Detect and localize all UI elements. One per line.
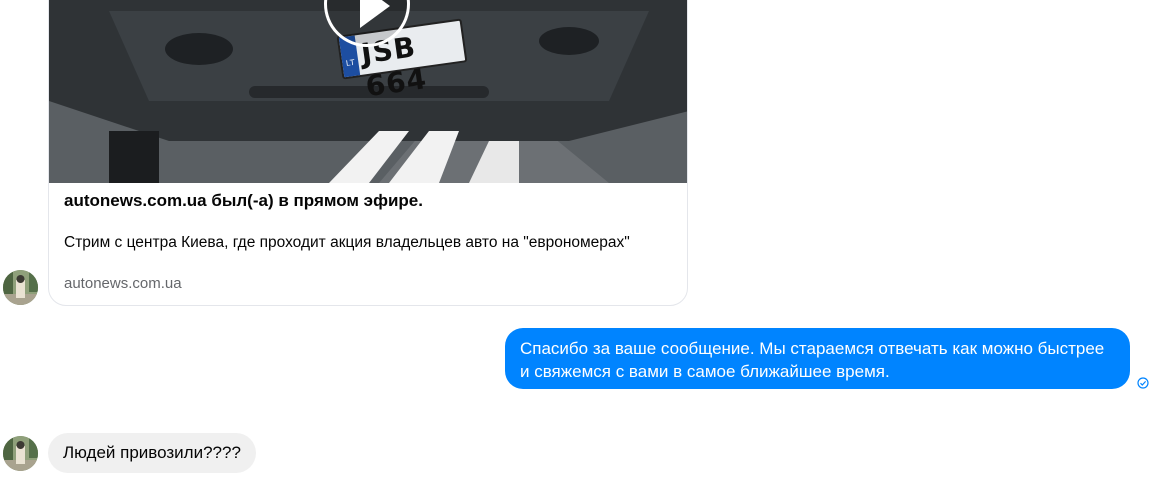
card-title[interactable]: autonews.com.ua был(-а) в прямом эфире. [64,191,423,211]
link-preview-card[interactable]: LT JSB 664 autonews.com.ua был(-а) в пря… [48,0,688,306]
avatar[interactable] [3,270,38,305]
video-thumbnail[interactable]: LT JSB 664 [49,0,687,183]
chat-thread: LT JSB 664 autonews.com.ua был(-а) в пря… [0,0,1149,477]
avatar-photo [3,436,38,471]
outgoing-message[interactable]: Спасибо за ваше сообщение. Мы стараемся … [505,328,1130,389]
card-domain[interactable]: autonews.com.ua [64,275,182,292]
card-description: Стрим с центра Киева, где проходит акция… [64,234,630,251]
incoming-message[interactable]: Людей привозили???? [48,433,256,473]
sent-check-icon [1137,377,1149,389]
avatar-photo [3,270,38,305]
avatar[interactable] [3,436,38,471]
play-icon [360,0,390,28]
